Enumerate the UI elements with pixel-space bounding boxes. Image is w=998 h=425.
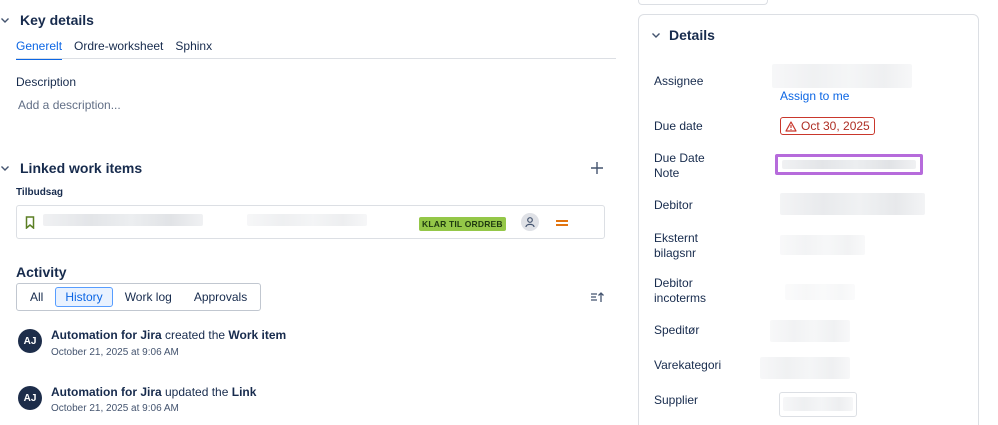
filter-approvals[interactable]: Approvals xyxy=(184,287,257,307)
due-date-text: Oct 30, 2025 xyxy=(801,119,870,133)
activity-verb: updated the xyxy=(161,385,232,399)
activity-title: Activity xyxy=(16,264,67,280)
speditor-label: Speditør xyxy=(654,323,700,337)
activity-filter: All History Work log Approvals xyxy=(16,283,262,311)
activity-object: Work item xyxy=(228,328,287,342)
incoterms-label-line2: incoterms xyxy=(654,291,707,305)
priority-medium-icon xyxy=(556,220,568,226)
tab-ordre-worksheet[interactable]: Ordre-worksheet xyxy=(74,39,163,60)
chevron-down-icon xyxy=(652,33,660,38)
due-date-note-label-line1: Due Date xyxy=(654,151,705,165)
description-label: Description xyxy=(16,75,77,89)
incoterms-label: Debitor incoterms xyxy=(654,276,706,306)
linked-item-summary-redacted xyxy=(247,214,367,226)
avatar: AJ xyxy=(18,386,42,410)
linked-items-header[interactable]: Linked work items xyxy=(0,160,142,176)
supplier-field[interactable] xyxy=(779,392,857,417)
eksternt-value-redacted[interactable] xyxy=(780,235,865,255)
due-date-label: Due date xyxy=(654,119,703,133)
key-details-tabs: Generelt Ordre-worksheet Sphinx xyxy=(16,39,212,60)
due-date-note-label-line2: Note xyxy=(654,166,680,180)
activity-timestamp: October 21, 2025 at 9:06 AM xyxy=(51,403,179,414)
supplier-label: Supplier xyxy=(654,393,699,407)
activity-timestamp: October 21, 2025 at 9:06 AM xyxy=(51,347,179,358)
linked-items-title: Linked work items xyxy=(20,160,143,176)
activity-actor[interactable]: Automation for Jira xyxy=(51,328,162,342)
supplier-value-redacted xyxy=(783,397,853,411)
debitor-label: Debitor xyxy=(654,198,693,212)
assignee-avatar xyxy=(521,213,539,231)
debitor-value-redacted[interactable] xyxy=(780,193,925,215)
chevron-down-icon xyxy=(1,18,9,23)
activity-actor[interactable]: Automation for Jira xyxy=(51,385,162,399)
due-date-note-label: Due Date Note xyxy=(654,151,705,181)
due-date-note-field[interactable] xyxy=(775,154,923,175)
linked-group-label: Tilbudsag xyxy=(16,187,64,198)
key-details-title: Key details xyxy=(20,12,94,28)
eksternt-label-line2: bilagsnr xyxy=(654,246,697,260)
warning-icon xyxy=(785,120,797,132)
chevron-down-icon xyxy=(1,166,9,171)
details-title: Details xyxy=(669,27,715,43)
filter-work-log[interactable]: Work log xyxy=(115,287,182,307)
filter-all[interactable]: All xyxy=(20,287,53,307)
filter-history[interactable]: History xyxy=(55,287,113,307)
sort-order-icon[interactable] xyxy=(590,291,604,303)
tabs-divider xyxy=(16,58,616,59)
assign-to-me-link[interactable]: Assign to me xyxy=(780,89,849,103)
linked-item-key-redacted xyxy=(43,214,203,226)
description-input[interactable]: Add a description... xyxy=(18,98,121,112)
varekategori-value-redacted[interactable] xyxy=(760,357,850,379)
incoterms-value-redacted[interactable] xyxy=(785,284,855,300)
eksternt-label: Eksternt bilagsnr xyxy=(654,231,698,261)
activity-object: Link xyxy=(231,385,257,399)
eksternt-label-line1: Eksternt xyxy=(654,231,699,245)
varekategori-label: Varekategori xyxy=(654,358,722,372)
due-date-value[interactable]: Oct 30, 2025 xyxy=(780,117,875,135)
bookmark-icon xyxy=(25,216,35,229)
avatar: AJ xyxy=(18,329,42,353)
linked-item-row[interactable]: KLAR TIL ORDREB xyxy=(16,205,605,239)
tab-generelt[interactable]: Generelt xyxy=(16,39,63,60)
speditor-value-redacted[interactable] xyxy=(770,320,850,342)
activity-entry-text: Automation for Jira created the Work ite… xyxy=(51,328,286,342)
assignee-value-redacted[interactable] xyxy=(772,64,912,88)
person-icon xyxy=(525,217,535,228)
due-date-note-redacted xyxy=(782,160,916,169)
assignee-label: Assignee xyxy=(654,74,704,88)
status-badge: KLAR TIL ORDREB xyxy=(419,217,506,231)
add-link-icon[interactable] xyxy=(590,161,604,175)
top-control-edge xyxy=(638,0,768,5)
details-header[interactable]: Details xyxy=(651,27,715,43)
activity-verb: created the xyxy=(161,328,229,342)
tab-sphinx[interactable]: Sphinx xyxy=(175,39,212,60)
incoterms-label-line1: Debitor xyxy=(654,276,693,290)
key-details-header[interactable]: Key details xyxy=(0,12,94,28)
activity-entry-text: Automation for Jira updated the Link xyxy=(51,385,256,399)
